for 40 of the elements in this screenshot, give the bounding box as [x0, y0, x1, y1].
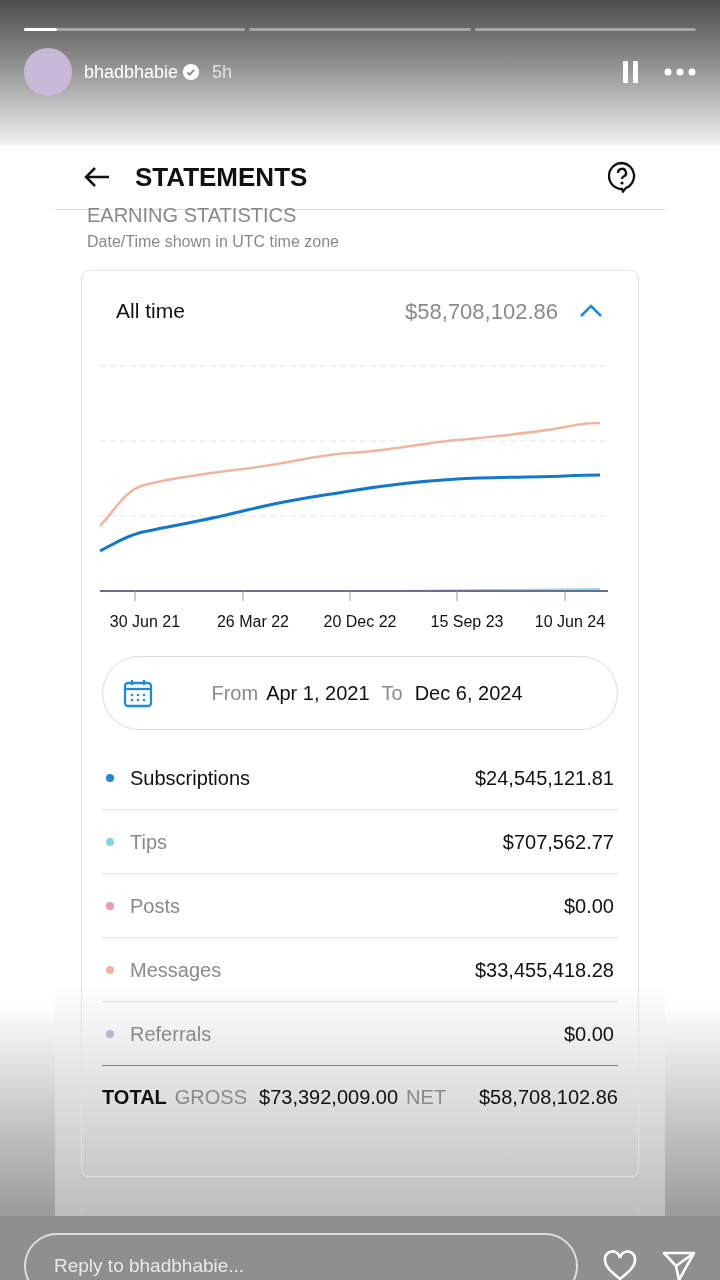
reply-field[interactable]: Reply to bhadbhabie...	[24, 1233, 578, 1280]
help-icon[interactable]	[607, 161, 637, 193]
back-arrow-icon[interactable]	[83, 165, 111, 189]
username[interactable]: bhadbhabie	[84, 58, 179, 86]
category-amount: $0.00	[563, 1021, 614, 1047]
from-label: From	[211, 681, 259, 706]
x-axis-label: 20 Dec 22	[323, 613, 397, 630]
x-axis-label: 15 Sep 23	[430, 613, 504, 630]
pause-icon[interactable]	[622, 60, 640, 84]
category-amount: $33,455,418.28	[474, 957, 614, 983]
category-label[interactable]: Messages	[130, 954, 222, 985]
gross-amount: $73,392,009.00	[259, 1085, 399, 1110]
section-note: Date/Time shown in UTC time zone	[87, 232, 340, 252]
page-title: STATEMENTS	[135, 160, 308, 194]
category-label[interactable]: Tips	[130, 826, 168, 857]
category-label[interactable]: Referrals	[130, 1018, 212, 1049]
category-amount: $707,562.77	[502, 829, 614, 855]
period-label: All time	[116, 298, 185, 325]
category-amount: $24,545,121.81	[474, 765, 614, 791]
x-axis-label: 26 Mar 22	[217, 613, 289, 630]
x-axis-label: 30 Jun 21	[109, 613, 181, 630]
x-axis-label: 10 Jun 24	[534, 613, 606, 630]
heart-icon[interactable]	[602, 1250, 638, 1280]
from-date: Apr 1, 2021	[266, 681, 370, 706]
category-label[interactable]: Posts	[130, 890, 181, 921]
more-options-icon[interactable]	[664, 68, 696, 76]
post-time: 5h	[212, 60, 233, 84]
send-icon[interactable]	[662, 1250, 696, 1280]
net-label: NET	[406, 1085, 447, 1110]
gross-label: GROSS	[174, 1085, 248, 1110]
category-amount: $0.00	[563, 893, 614, 919]
category-label[interactable]: Subscriptions	[130, 762, 251, 793]
to-date: Dec 6, 2024	[414, 681, 523, 706]
section-title: EARNING STATISTICS	[87, 204, 298, 226]
period-total: $58,708,102.86	[405, 297, 558, 326]
avatar[interactable]	[24, 48, 72, 96]
to-label: To	[381, 681, 403, 706]
calendar-icon	[123, 678, 153, 708]
total-label: TOTAL	[102, 1085, 167, 1110]
net-amount: $58,708,102.86	[478, 1085, 618, 1110]
